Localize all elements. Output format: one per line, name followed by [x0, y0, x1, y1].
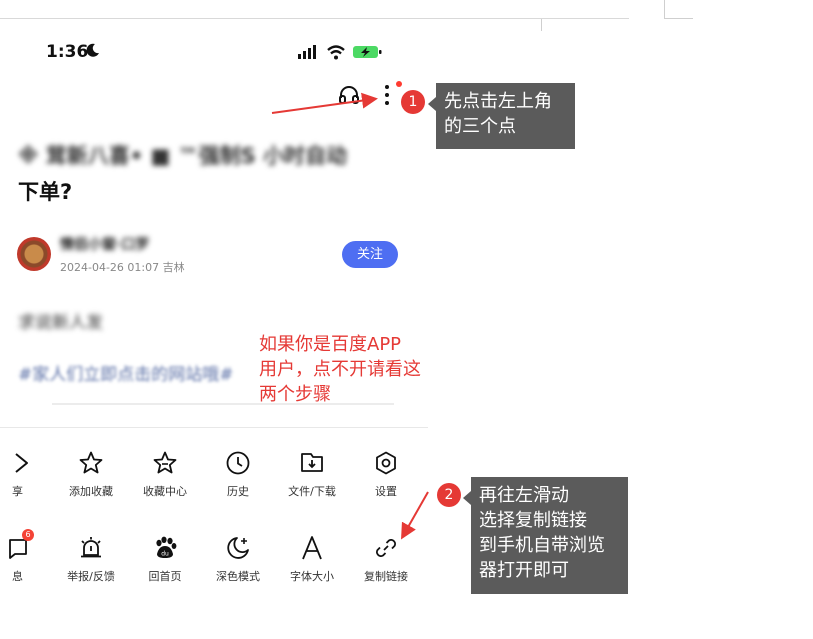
author-meta: 2024-04-26 01:07 吉林: [60, 259, 185, 275]
menu-item-home[interactable]: du 回首页: [130, 535, 200, 584]
follow-button[interactable]: 关注: [342, 241, 398, 268]
menu-item-settings[interactable]: 设置: [351, 450, 421, 499]
document-corner-mark: [664, 0, 693, 19]
menu-label: 收藏中心: [143, 485, 187, 498]
author-name[interactable]: 情侣小窗·口罗: [60, 234, 152, 254]
star-box-icon: [153, 451, 177, 474]
moon-star-icon: [227, 537, 249, 559]
menu-label: 文件/下载: [288, 485, 336, 498]
star-icon: [79, 451, 103, 474]
article-hashtag[interactable]: #家人们立即点击的网站哦#: [18, 360, 234, 385]
menu-item-share[interactable]: 享: [0, 450, 36, 499]
menu-label: 字体大小: [290, 570, 334, 583]
headphones-icon[interactable]: [338, 84, 360, 106]
menu-label: 设置: [375, 485, 397, 498]
menu-item-messages[interactable]: 息: [0, 535, 36, 584]
baidu-paw-icon: du: [156, 536, 177, 558]
font-icon: [302, 536, 322, 560]
wifi-icon: [327, 45, 345, 60]
settings-icon: [376, 451, 396, 475]
menu-divider: [0, 427, 428, 428]
menu-label: 举报/反馈: [67, 570, 115, 583]
baidu-app-note: 如果你是百度APP 用户，点不开请看这 两个步骤: [259, 334, 421, 405]
signal-icon: [298, 45, 316, 59]
message-count-badge: 6: [22, 529, 34, 541]
notification-dot: [396, 81, 402, 87]
step-2-badge: 2: [437, 483, 461, 507]
moon-icon: [86, 43, 99, 57]
article-summary: 求说新人发: [18, 313, 103, 333]
menu-label: 回首页: [148, 570, 182, 583]
menu-label: 享: [12, 485, 23, 498]
post-location: 吉林: [162, 261, 185, 274]
status-icons: [298, 45, 382, 60]
menu-label: 添加收藏: [69, 485, 113, 498]
menu-item-file-download[interactable]: 文件/下载: [277, 450, 347, 499]
menu-item-add-favorite[interactable]: 添加收藏: [56, 450, 126, 499]
document-top-border: [0, 18, 629, 19]
clock-icon: [226, 451, 250, 475]
menu-item-font-size[interactable]: 字体大小: [277, 535, 347, 584]
menu-label: 复制链接: [364, 570, 408, 583]
share-icon: [15, 453, 28, 473]
menu-item-favorites-center[interactable]: 收藏中心: [130, 450, 200, 499]
battery-icon: [353, 46, 382, 58]
hashtag-text[interactable]: #家人们立即点击的网站哦#: [18, 365, 234, 385]
menu-item-history[interactable]: 历史: [203, 450, 273, 499]
svg-text:du: du: [161, 551, 169, 558]
download-icon: [301, 453, 323, 472]
menu-item-report-feedback[interactable]: 举报/反馈: [56, 535, 126, 584]
article-title-line1: ※ 茸新八喜• ■ ™强制S 小时自动: [18, 144, 348, 168]
link-icon: [376, 539, 396, 557]
document-corner-mark: [541, 19, 564, 31]
post-date: 2024-04-26 01:07: [60, 261, 160, 274]
more-vertical-icon[interactable]: [381, 83, 393, 107]
article-title: ※ 茸新八喜• ■ ™强制S 小时自动 下单?: [18, 138, 398, 210]
menu-label: 深色模式: [216, 570, 260, 583]
alarm-icon: [81, 537, 101, 558]
menu-label: 历史: [227, 485, 249, 498]
menu-item-dark-mode[interactable]: 深色模式: [203, 535, 273, 584]
article-title-line2: 下单?: [18, 180, 73, 204]
step-2-callout: 再往左滑动 选择复制链接 到手机自带浏览 器打开即可: [463, 477, 628, 594]
step-1-badge: 1: [401, 90, 425, 114]
step-1-callout: 先点击左上角 的三个点: [428, 83, 575, 149]
status-time: 1:36: [46, 42, 89, 62]
menu-item-copy-link[interactable]: 复制链接: [351, 535, 421, 584]
menu-label: 息: [12, 570, 23, 583]
author-avatar[interactable]: [17, 237, 51, 271]
